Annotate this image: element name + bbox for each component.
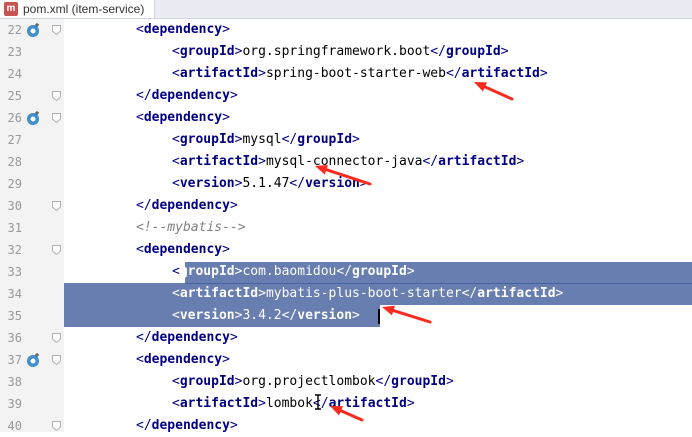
fold-marker-icon[interactable] bbox=[52, 91, 61, 101]
code-line-25[interactable]: 25 </dependency> bbox=[0, 85, 692, 107]
code-text: <artifactId>mybatis-plus-boot-starter</a… bbox=[172, 286, 564, 301]
line-number: 23 bbox=[7, 45, 22, 59]
line-number: 25 bbox=[7, 89, 22, 103]
code-line-28[interactable]: 28 <artifactId>mysql-connector-java</arti… bbox=[0, 151, 692, 173]
line-number: 39 bbox=[7, 397, 22, 411]
fold-marker-icon[interactable] bbox=[52, 421, 61, 431]
code-line-22[interactable]: 22 <dependency> bbox=[0, 19, 692, 41]
code-text: <dependency> bbox=[136, 110, 230, 125]
line-number: 31 bbox=[7, 221, 22, 235]
code-text: <!--mybatis--> bbox=[136, 220, 246, 235]
fold-marker-icon[interactable] bbox=[52, 245, 61, 255]
code-line-35[interactable]: 35 <version>3.4.2</version> bbox=[0, 305, 692, 327]
code-text: </dependency> bbox=[136, 330, 238, 345]
code-line-32[interactable]: 32 <dependency> bbox=[0, 239, 692, 261]
code-text: </dependency> bbox=[136, 418, 238, 433]
line-number: 33 bbox=[7, 265, 22, 279]
fold-marker-icon[interactable] bbox=[52, 355, 61, 365]
line-number: 27 bbox=[7, 133, 22, 147]
code-line-39[interactable]: 39 <artifactId>lombok</artifactId> bbox=[0, 393, 692, 415]
code-line-36[interactable]: 36 </dependency> bbox=[0, 327, 692, 349]
line-number: 32 bbox=[7, 243, 22, 257]
code-line-30[interactable]: 30 </dependency> bbox=[0, 195, 692, 217]
editor-tab-bar: m pom.xml (item-service) bbox=[0, 0, 692, 19]
line-number: 26 bbox=[7, 111, 22, 125]
code-text: <artifactId>spring-boot-starter-web</art… bbox=[172, 66, 548, 81]
code-text: <dependency> bbox=[136, 22, 230, 37]
code-line-24[interactable]: 24 <artifactId>spring-boot-starter-web</a… bbox=[0, 63, 692, 85]
maven-file-icon: m bbox=[4, 2, 18, 16]
code-line-34[interactable]: 34 <artifactId>mybatis-plus-boot-starter<… bbox=[0, 283, 692, 305]
code-line-29[interactable]: 29 <version>5.1.47</version> bbox=[0, 173, 692, 195]
code-line-37[interactable]: 37 <dependency> bbox=[0, 349, 692, 371]
code-text: </dependency> bbox=[136, 198, 238, 213]
line-number: 37 bbox=[7, 353, 22, 367]
line-number: 38 bbox=[7, 375, 22, 389]
line-number: 22 bbox=[7, 23, 22, 37]
code-text: <artifactId>lombok</artifactId> bbox=[172, 396, 415, 411]
code-text: <dependency> bbox=[136, 242, 230, 257]
code-line-31[interactable]: 31 <!--mybatis--> bbox=[0, 217, 692, 239]
code-text: <artifactId>mysql-connector-java</artifa… bbox=[172, 154, 525, 169]
code-line-40[interactable]: 40 </dependency> bbox=[0, 415, 692, 437]
line-number: 40 bbox=[7, 419, 22, 433]
code-editor[interactable]: 22 <dependency> 23 <groupId>org.springframe… bbox=[0, 19, 692, 433]
fold-marker-icon[interactable] bbox=[52, 333, 61, 343]
editor-tab-title: pom.xml (item-service) bbox=[23, 2, 145, 16]
line-number: 24 bbox=[7, 67, 22, 81]
fold-marker-icon[interactable] bbox=[52, 25, 61, 35]
fold-marker-icon[interactable] bbox=[52, 113, 61, 123]
code-text: <version>5.1.47</version> bbox=[172, 176, 368, 191]
code-text: <version>3.4.2</version> bbox=[172, 308, 360, 323]
line-number: 30 bbox=[7, 199, 22, 213]
code-line-33[interactable]: 33 <groupId>com.baomidou</groupId> bbox=[0, 261, 692, 283]
line-number: 36 bbox=[7, 331, 22, 345]
line-number: 28 bbox=[7, 155, 22, 169]
code-line-23[interactable]: 23 <groupId>org.springframework.boot</gro… bbox=[0, 41, 692, 63]
code-text: <groupId>org.projectlombok</groupId> bbox=[172, 374, 454, 389]
dependency-run-marker-icon[interactable] bbox=[26, 22, 42, 38]
code-line-27[interactable]: 27 <groupId>mysql</groupId> bbox=[0, 129, 692, 151]
code-text: <groupId>com.baomidou</groupId> bbox=[172, 264, 415, 279]
code-text: </dependency> bbox=[136, 88, 238, 103]
line-number: 29 bbox=[7, 177, 22, 191]
text-caret bbox=[378, 309, 380, 324]
dependency-run-marker-icon[interactable] bbox=[26, 110, 42, 126]
code-line-38[interactable]: 38 <groupId>org.projectlombok</groupId> bbox=[0, 371, 692, 393]
fold-marker-icon[interactable] bbox=[52, 201, 61, 211]
code-line-26[interactable]: 26 <dependency> bbox=[0, 107, 692, 129]
code-text: <groupId>org.springframework.boot</group… bbox=[172, 44, 509, 59]
line-number: 35 bbox=[7, 309, 22, 323]
code-text: <groupId>mysql</groupId> bbox=[172, 132, 360, 147]
line-number: 34 bbox=[7, 287, 22, 301]
editor-tab-pom[interactable]: m pom.xml (item-service) bbox=[0, 0, 156, 18]
dependency-run-marker-icon[interactable] bbox=[26, 352, 42, 368]
code-text: <dependency> bbox=[136, 352, 230, 367]
